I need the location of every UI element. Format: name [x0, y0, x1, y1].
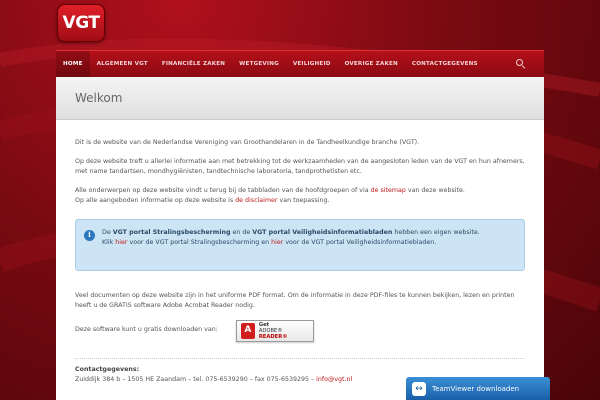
vgt-logo[interactable]: VGT — [57, 4, 105, 42]
info-icon: i — [84, 229, 95, 241]
info-text: Klik — [102, 239, 116, 246]
pdf-paragraph: Veel documenten op deze website zijn in … — [75, 291, 515, 310]
info-text: voor de VGT portal Veiligheidsinformatie… — [283, 239, 437, 246]
nav-item-overige-zaken[interactable]: OVERIGE ZAKEN — [338, 51, 405, 77]
portal-stralingsbescherming-name: VGT portal Stralingsbescherming — [112, 228, 231, 236]
download-label: Deze software kunt u gratis downloaden v… — [75, 326, 218, 334]
teamviewer-icon — [412, 381, 426, 396]
page-header: Welkom — [56, 77, 544, 120]
nav-item-veiligheid[interactable]: VEILIGHEID — [286, 51, 338, 77]
divider — [75, 357, 525, 359]
disclaimer-text-post: van toepassing. — [277, 197, 330, 204]
adobe-reader-download-button[interactable]: A Get ADOBE® READER® — [235, 319, 314, 342]
download-row: Deze software kunt u gratis downloaden v… — [75, 319, 525, 342]
main-nav: HOME ALGEMEEN VGT FINANCIËLE ZAKEN WETGE… — [56, 50, 544, 77]
main-content: Dit is de website van de Nederlandse Ver… — [56, 120, 544, 400]
disclaimer-link[interactable]: de disclaimer — [235, 197, 277, 204]
nav-item-financiele-zaken[interactable]: FINANCIËLE ZAKEN — [155, 51, 232, 77]
teamviewer-download-button[interactable]: TeamViewer downloaden — [406, 377, 550, 400]
nav-item-algemeen[interactable]: ALGEMEEN VGT — [90, 51, 155, 77]
page-title: Welkom — [75, 91, 123, 105]
adobe-badge-text: Get ADOBE® READER® — [259, 322, 288, 340]
info-text: De — [102, 228, 113, 236]
portal-info-box: i De VGT portal Stralingsbescherming en … — [75, 218, 525, 271]
info-text: hebben een eigen website. — [392, 228, 480, 236]
nav-item-home[interactable]: HOME — [56, 51, 90, 77]
contact-title: Contactgegevens: — [75, 365, 140, 373]
adobe-reader-label: READER® — [258, 333, 288, 340]
teamviewer-label: TeamViewer downloaden — [432, 384, 520, 393]
disclaimer-text-pre: Op alle aangeboden informatie op deze we… — [75, 197, 236, 204]
sitemap-link[interactable]: de sitemap — [371, 187, 406, 194]
sitemap-text-pre: Alle onderwerpen op deze website vindt u… — [75, 186, 371, 194]
contact-email-link[interactable]: info@vgt.nl — [316, 376, 352, 383]
nav-item-contactgegevens[interactable]: CONTACTGEGEVENS — [405, 51, 485, 77]
adobe-icon: A — [240, 322, 255, 339]
logo-text: VGT — [62, 13, 100, 33]
portal-veiligheid-name: VGT portal Veiligheidsinformatiebladen — [252, 228, 393, 236]
contact-address: Zuiddijk 384 b – 1505 HE Zaandam – tel. … — [75, 376, 317, 383]
info-text: en de — [230, 228, 253, 236]
sitemap-text-post: van deze website. — [405, 186, 465, 194]
veiligheidsinformatiebladen-link[interactable]: hier — [271, 239, 283, 246]
navigation-paragraph: Alle onderwerpen op deze website vindt u… — [75, 186, 525, 207]
nav-item-wetgeving[interactable]: WETGEVING — [232, 51, 286, 77]
info-text: voor de VGT portal Stralingsbescherming … — [127, 239, 272, 246]
stralingsbescherming-link[interactable]: hier — [115, 239, 127, 246]
search-icon[interactable] — [516, 59, 526, 69]
intro-paragraph: Dit is de website van de Nederlandse Ver… — [75, 139, 420, 146]
info-paragraph: Op deze website treft u allerlei informa… — [75, 157, 525, 176]
